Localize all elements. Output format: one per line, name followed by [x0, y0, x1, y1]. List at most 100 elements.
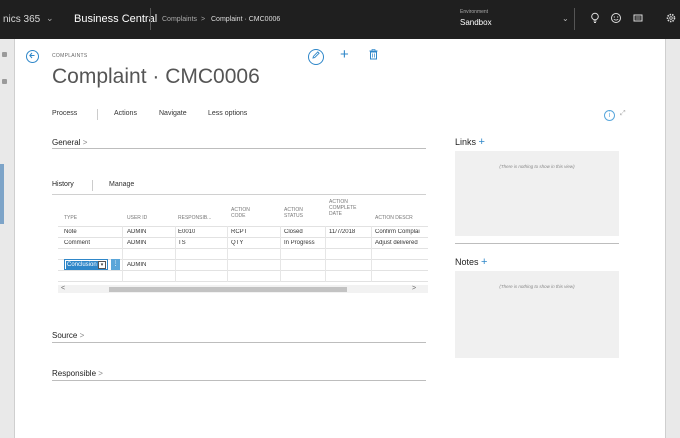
row-divider — [58, 281, 428, 282]
add-link-plus-icon[interactable]: + — [479, 136, 485, 148]
column-header-action-description[interactable]: ACTION DESCR — [375, 215, 429, 221]
assist-icon[interactable] — [631, 12, 645, 26]
breadcrumb-complaints[interactable]: Complaints — [162, 16, 197, 23]
scroll-left-icon[interactable]: < — [61, 285, 65, 292]
section-responsible[interactable]: Responsible > — [52, 369, 103, 378]
chevron-down-icon[interactable]: ▾ — [98, 261, 106, 269]
divider — [52, 148, 426, 149]
background-page-edge — [666, 39, 680, 438]
cell-action-complete-date[interactable]: 11/7/2018 — [329, 229, 355, 235]
environment-name[interactable]: Sandbox — [460, 18, 492, 27]
horizontal-scrollbar[interactable]: < > — [58, 285, 428, 293]
delete-trash-icon[interactable] — [369, 49, 378, 63]
background-page-edge — [0, 39, 14, 438]
new-plus-icon[interactable]: + — [340, 46, 349, 63]
add-note-plus-icon[interactable]: + — [481, 256, 487, 268]
cell-type[interactable]: Note — [64, 229, 77, 235]
links-factbox: (There is nothing to show in this view) — [455, 151, 619, 236]
edit-pencil-icon[interactable] — [308, 49, 324, 65]
cell-user-id[interactable]: ADMIN — [127, 240, 146, 246]
row-menu-icon[interactable]: ⋮ — [111, 259, 120, 270]
environment-label: Environment — [460, 9, 489, 15]
divider — [97, 109, 98, 120]
gear-icon[interactable] — [664, 12, 678, 26]
column-divider — [122, 226, 123, 282]
chevron-right-icon: > — [79, 331, 85, 340]
column-header-responsible[interactable]: RESPONSIB... — [178, 215, 211, 221]
page-title: Complaint · CMC0006 — [52, 65, 260, 88]
divider — [150, 8, 151, 30]
chevron-right-icon: > — [98, 369, 103, 378]
cell-action-code[interactable]: QTY — [231, 240, 243, 246]
empty-state-text: (There is nothing to show in this view) — [499, 164, 575, 169]
column-divider — [371, 226, 372, 282]
lightbulb-icon[interactable] — [588, 12, 602, 26]
chevron-down-icon[interactable]: ⌄ — [562, 14, 569, 23]
row-divider — [58, 237, 428, 238]
cell-user-id[interactable]: ADMIN — [127, 262, 146, 268]
type-select-value: Conclusion — [66, 261, 99, 269]
smiley-icon[interactable] — [609, 12, 623, 26]
info-icon[interactable]: i — [604, 110, 615, 121]
section-source[interactable]: Source > — [52, 331, 84, 340]
section-responsible-label: Responsible — [52, 369, 97, 378]
column-divider — [227, 226, 228, 282]
page-caption: COMPLAINTS — [52, 53, 88, 59]
column-header-action-status[interactable]: ACTION STATUS — [284, 207, 314, 219]
expand-icon[interactable]: ⤢ — [620, 110, 626, 118]
action-actions[interactable]: Actions — [114, 110, 137, 117]
action-less-options[interactable]: Less options — [208, 110, 247, 117]
chevron-down-icon[interactable]: ⌄ — [46, 13, 54, 24]
column-divider — [175, 226, 176, 282]
divider — [52, 194, 426, 195]
table-header-divider — [58, 226, 428, 227]
breadcrumb-current: Complaint · CMC0006 — [211, 16, 281, 23]
factbox-notes-title[interactable]: Notes + — [455, 256, 487, 268]
notes-factbox: (There is nothing to show in this view) — [455, 271, 619, 358]
column-divider — [325, 226, 326, 282]
column-divider — [280, 226, 281, 282]
tab-manage[interactable]: Manage — [109, 181, 134, 188]
cell-user-id[interactable]: ADMIN — [127, 229, 146, 235]
back-arrow-icon[interactable] — [26, 50, 39, 63]
factbox-notes-label: Notes — [455, 257, 479, 267]
cell-action-description[interactable]: Confirm Complai — [375, 229, 428, 235]
factbox-links-title[interactable]: Links + — [455, 136, 485, 148]
background-selection-stripe — [0, 164, 4, 224]
action-navigate[interactable]: Navigate — [159, 110, 187, 117]
cell-action-description[interactable]: Adjust delivered — [375, 240, 428, 246]
divider — [92, 180, 93, 191]
tab-history[interactable]: History — [52, 181, 74, 188]
divider — [455, 243, 619, 244]
cell-responsible[interactable]: TS — [178, 240, 186, 246]
cell-action-status[interactable]: In Progress — [284, 240, 315, 246]
factbox-links-label: Links — [455, 137, 477, 147]
empty-state-text: (There is nothing to show in this view) — [499, 284, 575, 289]
row-divider — [58, 248, 428, 249]
cell-action-code[interactable]: RCPT — [231, 229, 247, 235]
divider — [52, 380, 426, 381]
action-process[interactable]: Process — [52, 110, 77, 117]
scrollbar-thumb[interactable] — [109, 287, 347, 292]
column-header-type[interactable]: TYPE — [64, 215, 77, 221]
column-header-action-code[interactable]: ACTION CODE — [231, 207, 261, 219]
product-name[interactable]: Business Central — [74, 13, 157, 25]
cell-action-status[interactable]: Closed — [284, 229, 303, 235]
app-top-bar: nics 365 ⌄ Business Central Complaints >… — [0, 0, 680, 39]
divider — [574, 8, 575, 30]
cell-responsible[interactable]: E0010 — [178, 229, 195, 235]
background-icon — [2, 52, 7, 57]
divider — [52, 342, 426, 343]
section-source-label: Source — [52, 331, 78, 340]
column-header-action-complete-date[interactable]: ACTION COMPLETE DATE — [329, 199, 361, 217]
row-divider — [58, 270, 428, 271]
scroll-right-icon[interactable]: > — [412, 285, 416, 292]
type-select[interactable]: Conclusion ▾ — [64, 259, 108, 270]
app-launcher-name[interactable]: nics 365 — [3, 14, 40, 25]
column-header-user-id[interactable]: USER ID — [127, 215, 147, 221]
background-icon — [2, 79, 7, 84]
section-general-label: General — [52, 138, 81, 147]
cell-type[interactable]: Comment — [64, 240, 90, 246]
chevron-right-icon: > — [82, 138, 88, 147]
section-general[interactable]: General > — [52, 138, 87, 147]
